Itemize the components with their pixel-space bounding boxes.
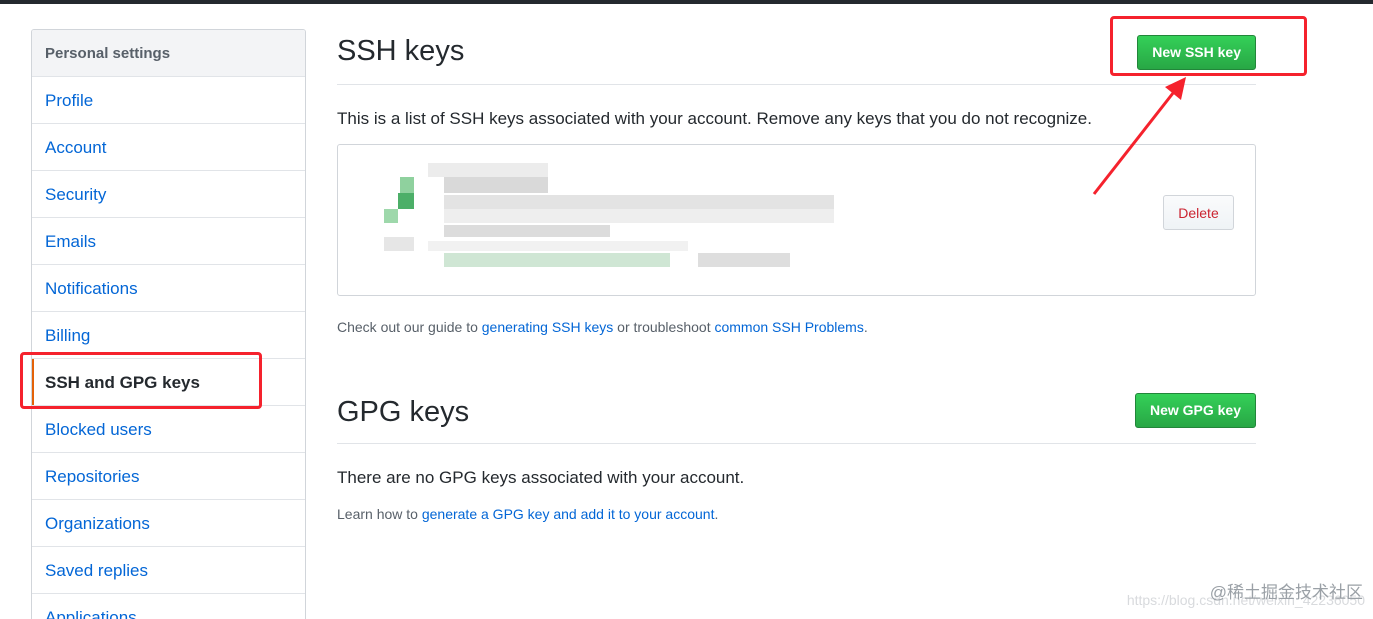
ssh-guide-suffix: . <box>863 319 868 335</box>
ssh-guide-prefix: Check out our guide to <box>337 319 482 335</box>
sidebar-item-account[interactable]: Account <box>32 124 305 171</box>
ssh-key-redacted-details <box>338 145 858 295</box>
sidebar-item-saved-replies[interactable]: Saved replies <box>32 547 305 594</box>
sidebar-item-blocked-users[interactable]: Blocked users <box>32 406 305 453</box>
sidebar-item-repositories[interactable]: Repositories <box>32 453 305 500</box>
sidebar-header: Personal settings <box>32 30 305 77</box>
sidebar-item-applications[interactable]: Applications <box>32 594 305 619</box>
ssh-guide-text: Check out our guide to generating SSH ke… <box>337 319 868 335</box>
generating-ssh-keys-link[interactable]: generating SSH keys <box>482 319 614 335</box>
sidebar-item-notifications[interactable]: Notifications <box>32 265 305 312</box>
gpg-empty-text: There are no GPG keys associated with yo… <box>337 468 745 487</box>
gpg-learn-suffix: . <box>714 506 719 522</box>
settings-sidebar: Personal settings Profile Account Securi… <box>31 29 306 619</box>
ssh-gpg-keys-highlight <box>20 352 262 409</box>
gpg-learn-text: Learn how to generate a GPG key and add … <box>337 506 718 522</box>
gpg-section-header: GPG keys New GPG key <box>337 388 1256 444</box>
annotation-arrow-icon <box>1092 77 1186 195</box>
watermark-brand: @稀土掘金技术社区 <box>1209 583 1363 602</box>
ssh-title: SSH keys <box>337 35 465 67</box>
gpg-learn-prefix: Learn how to <box>337 506 422 522</box>
gpg-title: GPG keys <box>337 396 470 428</box>
new-gpg-key-button[interactable]: New GPG key <box>1134 393 1256 428</box>
sidebar-item-profile[interactable]: Profile <box>32 77 305 124</box>
new-ssh-key-highlight <box>1110 16 1307 76</box>
top-bar <box>0 0 1373 4</box>
ssh-description: This is a list of SSH keys associated wi… <box>337 109 1092 128</box>
sidebar-item-emails[interactable]: Emails <box>32 218 305 265</box>
ssh-guide-middle: or troubleshoot <box>613 319 715 335</box>
common-ssh-problems-link[interactable]: common SSH Problems <box>714 319 863 335</box>
delete-ssh-key-button[interactable]: Delete <box>1163 195 1234 230</box>
sidebar-item-organizations[interactable]: Organizations <box>32 500 305 547</box>
sidebar-item-security[interactable]: Security <box>32 171 305 218</box>
generate-gpg-key-link[interactable]: generate a GPG key and add it to your ac… <box>422 506 715 522</box>
